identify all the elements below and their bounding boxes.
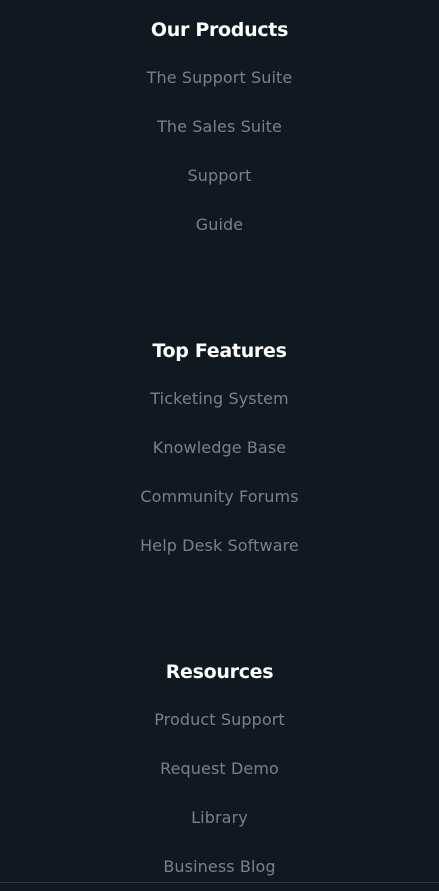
features-link-item: Ticketing System xyxy=(0,374,439,423)
knowledge-base-link[interactable]: Knowledge Base xyxy=(0,423,439,472)
features-links: Ticketing System Knowledge Base Communit… xyxy=(0,374,439,570)
sales-suite-link[interactable]: The Sales Suite xyxy=(0,102,439,151)
product-support-link[interactable]: Product Support xyxy=(0,695,439,744)
resources-links: Product Support Request Demo Library Bus… xyxy=(0,695,439,891)
library-link[interactable]: Library xyxy=(0,793,439,842)
ticketing-system-link[interactable]: Ticketing System xyxy=(0,374,439,423)
resources-section: Resources Product Support Request Demo L… xyxy=(0,659,439,891)
site-footer: Our Products The Support Suite The Sales… xyxy=(0,0,439,883)
resources-link-item: Library xyxy=(0,793,439,842)
products-heading: Our Products xyxy=(150,19,289,41)
community-forums-link[interactable]: Community Forums xyxy=(0,472,439,521)
resources-link-item: Request Demo xyxy=(0,744,439,793)
guide-link[interactable]: Guide xyxy=(0,200,439,249)
business-blog-link[interactable]: Business Blog xyxy=(0,842,439,891)
products-link-item: Guide xyxy=(0,200,439,249)
products-link-item: The Sales Suite xyxy=(0,102,439,151)
products-link-item: Support xyxy=(0,151,439,200)
resources-heading: Resources xyxy=(165,661,274,683)
features-link-item: Help Desk Software xyxy=(0,521,439,570)
products-links: The Support Suite The Sales Suite Suppor… xyxy=(0,53,439,249)
features-link-item: Knowledge Base xyxy=(0,423,439,472)
resources-link-item: Business Blog xyxy=(0,842,439,891)
products-link-item: The Support Suite xyxy=(0,53,439,102)
features-section: Top Features Ticketing System Knowledge … xyxy=(0,338,439,570)
support-suite-link[interactable]: The Support Suite xyxy=(0,53,439,102)
request-demo-link[interactable]: Request Demo xyxy=(0,744,439,793)
resources-link-item: Product Support xyxy=(0,695,439,744)
features-heading: Top Features xyxy=(152,340,287,362)
support-link[interactable]: Support xyxy=(0,151,439,200)
help-desk-software-link[interactable]: Help Desk Software xyxy=(0,521,439,570)
features-link-item: Community Forums xyxy=(0,472,439,521)
products-section: Our Products The Support Suite The Sales… xyxy=(0,17,439,249)
